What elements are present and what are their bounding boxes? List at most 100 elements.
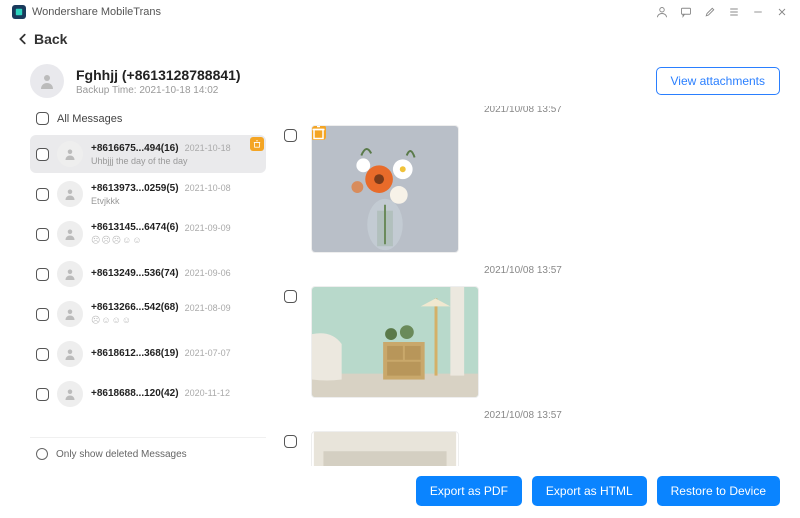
conversation-avatar <box>57 261 83 287</box>
app-logo <box>12 5 26 19</box>
person-icon <box>64 268 76 280</box>
close-icon[interactable] <box>776 6 788 18</box>
footer: Export as PDF Export as HTML Restore to … <box>0 466 800 518</box>
attachment-row <box>284 125 780 253</box>
view-attachments-button[interactable]: View attachments <box>656 67 781 95</box>
conversation-date: 2021-09-06 <box>185 268 231 278</box>
only-deleted-radio[interactable] <box>36 448 48 460</box>
restore-button[interactable]: Restore to Device <box>657 476 780 506</box>
delete-badge-icon <box>250 137 264 151</box>
conversation-body: +8613266...542(68) 2021-08-09 ☹☺☺☺ <box>91 302 262 326</box>
attachment-timestamp: 2021/10/08 13:57 <box>284 410 780 421</box>
titlebar: Wondershare MobileTrans <box>0 0 800 24</box>
conversation-date: 2021-10-08 <box>185 183 231 193</box>
menu-icon[interactable] <box>728 6 740 18</box>
conversation-body: +8613973...0259(5) 2021-10-08 Etvjkkk <box>91 183 262 206</box>
back-row: Back <box>0 24 800 54</box>
conversation-phone: +8618688...120(42) <box>91 388 179 399</box>
all-messages-label: All Messages <box>57 113 122 125</box>
conversation-checkbox[interactable] <box>36 348 49 361</box>
chevron-left-icon <box>16 32 30 46</box>
conversation-phone: +8613266...542(68) <box>91 302 179 313</box>
person-icon <box>64 228 76 240</box>
conversation-item[interactable]: +8613973...0259(5) 2021-10-08 Etvjkkk <box>30 175 266 213</box>
conversation-avatar <box>57 221 83 247</box>
sidebar: All Messages +8616675...494(16) 2021-10-… <box>30 106 266 466</box>
back-button[interactable]: Back <box>16 31 67 47</box>
contact-avatar <box>30 64 64 98</box>
attachment-row <box>284 431 780 466</box>
conversation-date: 2021-07-07 <box>185 348 231 358</box>
conversation-checkbox[interactable] <box>36 148 49 161</box>
app-name: Wondershare MobileTrans <box>32 6 161 18</box>
back-label: Back <box>34 31 67 47</box>
conversation-item[interactable]: +8613266...542(68) 2021-08-09 ☹☺☺☺ <box>30 295 266 333</box>
conversation-phone: +8613145...6474(6) <box>91 222 179 233</box>
only-deleted-label: Only show deleted Messages <box>56 449 187 460</box>
attachment-row <box>284 286 780 398</box>
conversation-top: +8618688...120(42) 2020-11-12 <box>91 388 262 399</box>
feedback-icon[interactable] <box>680 6 692 18</box>
person-icon <box>64 388 76 400</box>
attachment-checkbox[interactable] <box>284 435 297 448</box>
conversation-checkbox[interactable] <box>36 268 49 281</box>
person-icon <box>64 188 76 200</box>
conversation-body: +8613249...536(74) 2021-09-06 <box>91 268 262 281</box>
edit-icon[interactable] <box>704 6 716 18</box>
conversation-preview: ☹☹☹☺☺ <box>91 235 262 246</box>
conversation-body: +8613145...6474(6) 2021-09-09 ☹☹☹☺☺ <box>91 222 262 246</box>
conversation-avatar <box>57 141 83 167</box>
attachment-timestamp: 2021/10/08 13:57 <box>284 265 780 276</box>
minimize-icon[interactable] <box>752 6 764 18</box>
delete-badge-icon <box>311 125 326 140</box>
conversation-top: +8613249...536(74) 2021-09-06 <box>91 268 262 279</box>
all-messages-row[interactable]: All Messages <box>30 106 266 135</box>
person-icon <box>64 148 76 160</box>
conversation-avatar <box>57 301 83 327</box>
conversation-item[interactable]: +8613145...6474(6) 2021-09-09 ☹☹☹☺☺ <box>30 215 266 253</box>
conversation-checkbox[interactable] <box>36 228 49 241</box>
person-icon <box>64 348 76 360</box>
conversation-top: +8613266...542(68) 2021-08-09 <box>91 302 262 313</box>
contact-header: Fghhjj (+8613128788841) Backup Time: 202… <box>0 54 800 106</box>
attachment-thumbnail[interactable] <box>311 431 459 466</box>
conversation-phone: +8616675...494(16) <box>91 143 179 154</box>
attachment-content: 2021/10/08 13:57 2021/10/08 13:57 2021/1… <box>266 106 800 466</box>
contact-info: Fghhjj (+8613128788841) Backup Time: 202… <box>76 67 241 96</box>
attachment-timestamp: 2021/10/08 13:57 <box>284 106 780 115</box>
conversation-date: 2021-10-18 <box>185 143 231 153</box>
conversation-body: +8616675...494(16) 2021-10-18 Uhbjjj the… <box>91 143 262 166</box>
conversation-top: +8613145...6474(6) 2021-09-09 <box>91 222 262 233</box>
attachment-thumbnail[interactable] <box>311 286 479 398</box>
all-messages-checkbox[interactable] <box>36 112 49 125</box>
conversation-item[interactable]: +8618612...368(19) 2021-07-07 <box>30 335 266 373</box>
conversation-checkbox[interactable] <box>36 388 49 401</box>
user-icon[interactable] <box>656 6 668 18</box>
conversation-item[interactable]: +8613249...536(74) 2021-09-06 <box>30 255 266 293</box>
conversation-phone: +8613973...0259(5) <box>91 183 179 194</box>
conversation-preview: Uhbjjj the day of the day <box>91 156 262 166</box>
attachment-checkbox[interactable] <box>284 290 297 303</box>
titlebar-icons <box>656 6 788 18</box>
conversation-phone: +8618612...368(19) <box>91 348 179 359</box>
export-pdf-button[interactable]: Export as PDF <box>416 476 522 506</box>
person-icon <box>64 308 76 320</box>
conversation-avatar <box>57 181 83 207</box>
conversation-item[interactable]: +8616675...494(16) 2021-10-18 Uhbjjj the… <box>30 135 266 173</box>
conversation-checkbox[interactable] <box>36 308 49 321</box>
only-deleted-row[interactable]: Only show deleted Messages <box>30 437 266 466</box>
conversation-checkbox[interactable] <box>36 188 49 201</box>
attachment-checkbox[interactable] <box>284 129 297 142</box>
conversation-preview: ☹☺☺☺ <box>91 315 262 326</box>
conversation-item[interactable]: +8618688...120(42) 2020-11-12 <box>30 375 266 413</box>
conversation-avatar <box>57 341 83 367</box>
backup-time: Backup Time: 2021-10-18 14:02 <box>76 85 241 96</box>
conversation-date: 2021-08-09 <box>185 303 231 313</box>
attachment-thumbnail[interactable] <box>311 125 459 253</box>
conversation-body: +8618612...368(19) 2021-07-07 <box>91 348 262 361</box>
conversation-top: +8616675...494(16) 2021-10-18 <box>91 143 262 154</box>
conversation-phone: +8613249...536(74) <box>91 268 179 279</box>
export-html-button[interactable]: Export as HTML <box>532 476 647 506</box>
contact-name: Fghhjj (+8613128788841) <box>76 67 241 83</box>
main-body: All Messages +8616675...494(16) 2021-10-… <box>0 106 800 466</box>
